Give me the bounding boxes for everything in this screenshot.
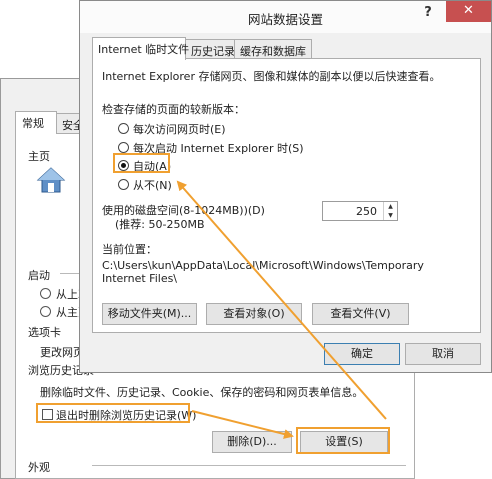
arrow-to-automatic [176,180,387,420]
arrow-to-settings [191,410,294,439]
tab-temporary-files[interactable]: Internet 临时文件 [92,37,189,60]
tab-general[interactable]: 常规 [15,111,57,134]
annotation-arrows [176,180,387,439]
